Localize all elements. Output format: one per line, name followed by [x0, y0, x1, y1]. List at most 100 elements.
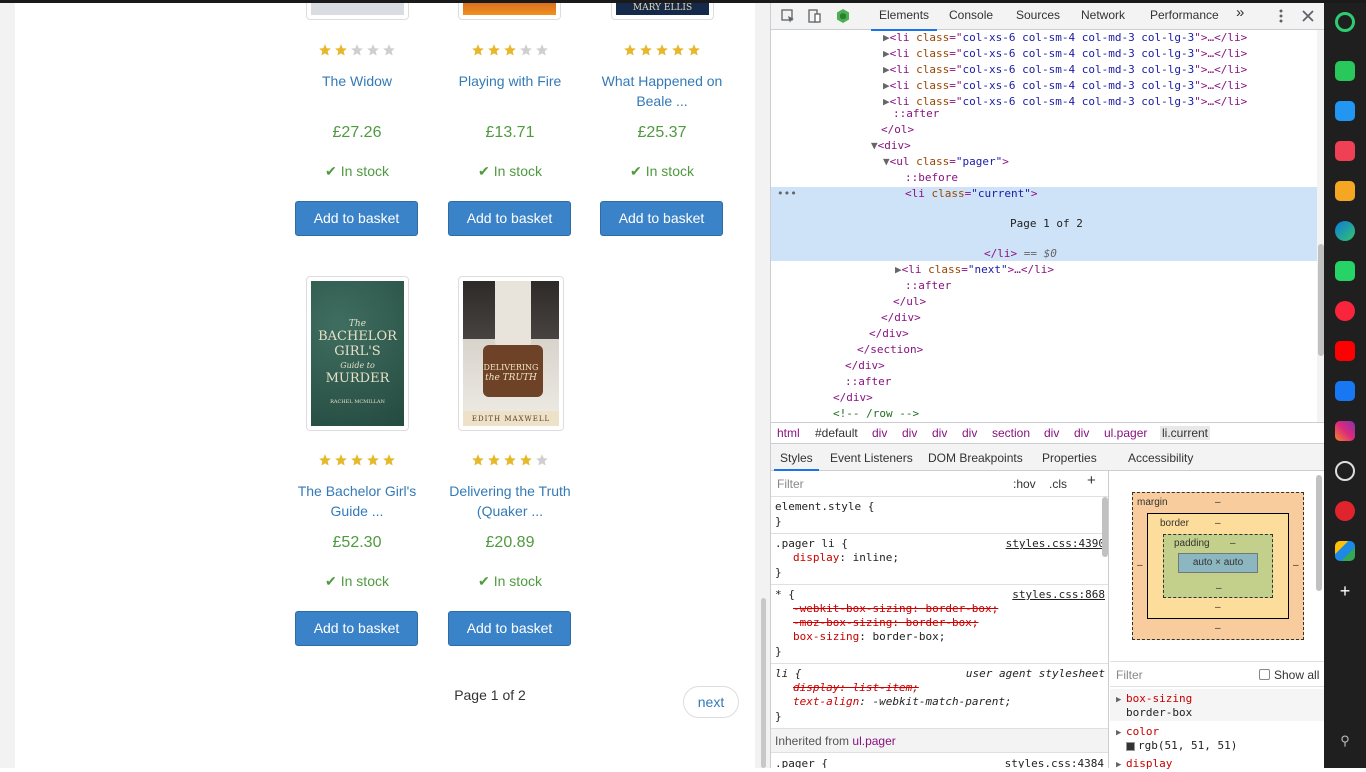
inbox-icon[interactable] [1335, 101, 1355, 121]
edge-icon[interactable] [1335, 221, 1355, 241]
dom-tag[interactable]: <li [905, 187, 932, 200]
breadcrumb-item[interactable]: div [962, 426, 977, 440]
notification-icon[interactable] [1335, 61, 1355, 81]
dom-tag[interactable]: </div> [845, 359, 885, 372]
style-property-overridden[interactable]: -webkit-box-sizing: border-box; [793, 602, 998, 616]
subtab-event-listeners[interactable]: Event Listeners [830, 451, 913, 465]
breadcrumb-item[interactable]: div [872, 426, 887, 440]
dom-tag[interactable]: <div> [878, 139, 911, 152]
breadcrumb-item[interactable]: section [992, 426, 1030, 440]
clock-icon[interactable] [1335, 461, 1355, 481]
new-rule-icon[interactable]: + [1087, 473, 1096, 488]
breadcrumb-item[interactable]: ul.pager [1104, 426, 1147, 440]
dom-tag[interactable]: <li [902, 263, 929, 276]
dom-tag[interactable]: <ul [890, 155, 917, 168]
style-property[interactable]: display [793, 551, 839, 564]
add-to-basket-button[interactable]: Add to basket [448, 611, 571, 646]
product-title-link[interactable]: What Happened on Beale ... [586, 71, 738, 111]
dom-text-node[interactable]: Page 1 of 2 [1010, 217, 1083, 230]
rule-source-link[interactable]: styles.css:4390 [1006, 537, 1105, 551]
subtab-styles[interactable]: Styles [774, 451, 819, 471]
add-to-basket-button[interactable]: Add to basket [295, 201, 418, 236]
bookmark-star-icon[interactable] [1335, 181, 1355, 201]
dom-node-li[interactable]: ▶<li class="col-xs-6 col-sm-4 col-md-3 c… [883, 78, 1325, 94]
dom-tag[interactable]: </div> [869, 327, 909, 340]
subtab-properties[interactable]: Properties [1042, 451, 1097, 465]
boxmodel-scrollbar-thumb[interactable] [1316, 475, 1322, 591]
book-cover[interactable]: The BACHELOR GIRL'S Guide to MURDER RACH… [306, 276, 409, 431]
add-to-basket-button[interactable]: Add to basket [448, 201, 571, 236]
box-padding[interactable]: padding – – auto × auto [1163, 534, 1273, 598]
expand-arrow-icon[interactable]: ▶ [883, 63, 890, 76]
dom-node-li[interactable]: ▶<li class="col-xs-6 col-sm-4 col-md-3 c… [883, 62, 1325, 78]
tab-performance[interactable]: Performance [1150, 8, 1219, 22]
breadcrumb-item[interactable]: div [932, 426, 947, 440]
computed-row[interactable]: ▶ box-sizing border-box [1110, 689, 1325, 721]
page-scrollbar[interactable] [757, 0, 770, 768]
book-cover[interactable] [458, 0, 561, 20]
drive-icon[interactable] [1335, 541, 1355, 561]
style-value[interactable]: inline; [853, 551, 899, 564]
pocket-icon[interactable] [1335, 141, 1355, 161]
expand-arrow-icon[interactable]: ▶ [883, 79, 890, 92]
inherited-node-link[interactable]: ul.pager [852, 734, 895, 748]
vue-devtools-icon[interactable] [835, 8, 851, 24]
more-tabs-icon[interactable]: » [1236, 4, 1244, 21]
close-icon[interactable] [1300, 8, 1316, 24]
style-property-overridden[interactable]: -moz-box-sizing: border-box; [793, 616, 978, 630]
breadcrumb-item[interactable]: li.current [1160, 426, 1211, 440]
box-margin[interactable]: margin – – – – border – – padding – – au… [1132, 492, 1304, 640]
expand-arrow-icon[interactable]: ▶ [883, 47, 890, 60]
dom-pseudo[interactable]: ::after [845, 375, 891, 388]
style-property-overridden[interactable]: display: list-item; [793, 681, 919, 695]
book-cover[interactable] [306, 0, 409, 20]
dom-node-li[interactable]: ▶<li class="col-xs-6 col-sm-4 col-md-3 c… [883, 46, 1325, 62]
dom-tag[interactable]: </ol> [881, 123, 914, 136]
add-icon[interactable]: + [1335, 581, 1355, 601]
device-toolbar-icon[interactable] [806, 8, 822, 24]
youtube-icon[interactable] [1335, 341, 1355, 361]
dom-ellipsis[interactable]: ••• [771, 187, 797, 200]
breadcrumb-item[interactable]: div [1074, 426, 1089, 440]
product-title-link[interactable]: The Bachelor Girl's Guide ... [281, 481, 433, 521]
style-property[interactable]: box-sizing [793, 630, 859, 643]
rule-selector[interactable]: element.style { [775, 500, 874, 514]
dom-tag[interactable]: </li> [984, 247, 1017, 260]
pin-icon[interactable]: ⚲ [1335, 731, 1355, 751]
rule-selector[interactable]: .pager li { [775, 537, 848, 551]
dom-pseudo[interactable]: ::after [893, 107, 939, 120]
hov-toggle[interactable]: :hov [1013, 477, 1036, 491]
rule-source-link[interactable]: styles.css:868 [1012, 588, 1105, 602]
style-value[interactable]: -webkit-match-parent; [872, 695, 1011, 708]
subtab-dom-breakpoints[interactable]: DOM Breakpoints [928, 451, 1023, 465]
dom-comment[interactable]: <!-- /row --> [833, 407, 919, 420]
book-cover[interactable]: DELIVERING the TRUTH EDITH MAXWELL [458, 276, 564, 431]
product-title-link[interactable]: Playing with Fire [434, 71, 586, 91]
dom-pseudo[interactable]: ::after [905, 279, 951, 292]
tab-network[interactable]: Network [1081, 8, 1125, 22]
breadcrumb-item[interactable]: html [777, 426, 800, 440]
cls-toggle[interactable]: .cls [1049, 477, 1067, 491]
rule-selector[interactable]: * { [775, 588, 795, 602]
expand-arrow-icon[interactable]: ▶ [883, 95, 890, 108]
tab-sources[interactable]: Sources [1016, 8, 1060, 22]
box-content[interactable]: auto × auto [1178, 553, 1258, 573]
dom-node-li[interactable]: ▶<li class="col-xs-6 col-sm-4 col-md-3 c… [883, 30, 1325, 46]
add-to-basket-button[interactable]: Add to basket [295, 611, 418, 646]
show-all-checkbox[interactable] [1259, 669, 1270, 680]
styles-filter-input[interactable]: Filter [777, 477, 804, 491]
style-property[interactable]: text-align [793, 695, 859, 708]
computed-filter-input[interactable]: Filter [1116, 668, 1143, 682]
style-value[interactable]: border-box; [872, 630, 945, 643]
tab-elements[interactable]: Elements [870, 8, 938, 31]
breadcrumb-item[interactable]: div [902, 426, 917, 440]
inspect-icon[interactable] [780, 8, 796, 24]
dom-tag[interactable]: </div> [881, 311, 921, 324]
tab-console[interactable]: Console [949, 8, 993, 22]
subtab-accessibility[interactable]: Accessibility [1128, 451, 1193, 465]
dom-pseudo[interactable]: ::before [905, 171, 958, 184]
chat-icon[interactable] [1335, 261, 1355, 281]
music-icon[interactable] [1335, 301, 1355, 321]
app-icon[interactable] [1335, 12, 1355, 32]
computed-row[interactable]: ▶ color rgb(51, 51, 51) [1110, 722, 1325, 754]
